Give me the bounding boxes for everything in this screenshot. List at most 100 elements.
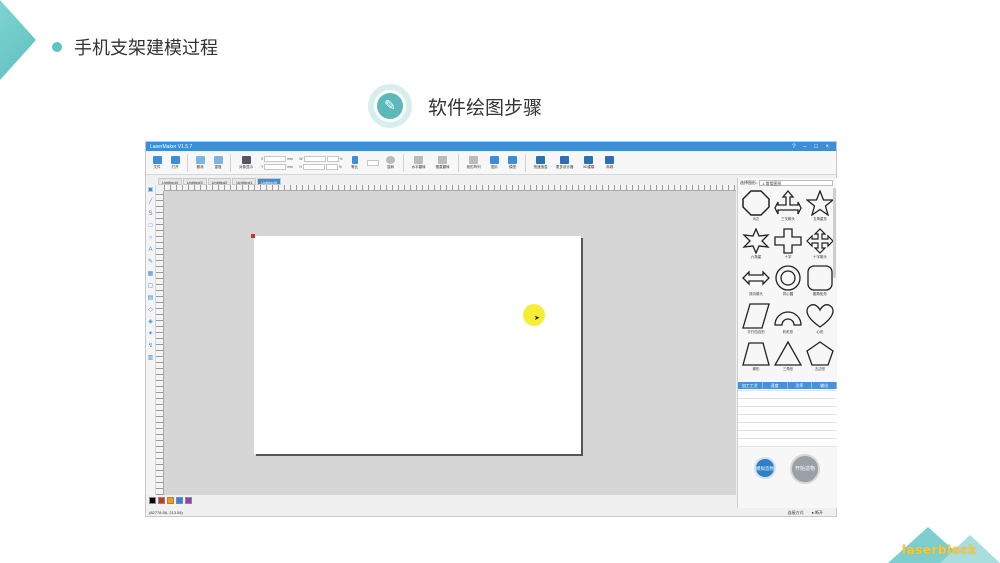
flip-horizontal-button[interactable]: 水平翻转: [408, 152, 430, 174]
paint-tool-icon[interactable]: ◈: [147, 319, 154, 326]
array-tool-icon[interactable]: ▦: [147, 271, 154, 278]
more-designer-button[interactable]: 更多设计器: [554, 152, 576, 174]
select-tool-icon[interactable]: ▣: [147, 187, 154, 194]
step-icon: ✎: [368, 84, 412, 128]
model-button[interactable]: 模型: [505, 152, 521, 174]
box-icon: [536, 155, 546, 164]
lasermaker-window: LaserMaker V1.5.7 ? – □ × 文件 打开 撤消 重做 对象…: [145, 141, 837, 517]
image-button[interactable]: 图片: [487, 152, 503, 174]
open-button[interactable]: 打开: [167, 152, 183, 174]
shape-category-select[interactable]: 1.常用图形: [759, 180, 834, 186]
shape-grid: 8边 三叉箭头 五角星形 六角星 十字 十字箭头 双向箭头 同心圆 圆角矩形 平…: [738, 188, 837, 378]
left-toolbox: ▣ ╱ S □ ○ A ✎ ▦ ▢ ▤ ◇ ◈ ✦ ↯ ▥: [146, 185, 156, 495]
swatch-orange[interactable]: [167, 497, 174, 504]
trapezoid-icon: [742, 342, 770, 367]
shape-category-row: 选择图形: 1.常用图形: [738, 178, 837, 188]
tab-untitled4[interactable]: Untitled4: [158, 178, 182, 185]
shape-parallelogram[interactable]: 平行四边形: [741, 303, 771, 339]
hexagram-icon: [742, 227, 770, 254]
logo-text: laserblock: [902, 543, 977, 557]
measure-tool-icon[interactable]: ▤: [147, 295, 154, 302]
width-field[interactable]: [303, 155, 326, 162]
pen-tool-icon[interactable]: ✎: [147, 259, 154, 266]
shape-rounded-rect[interactable]: 圆角矩形: [805, 265, 835, 301]
shape-octagon[interactable]: 8边: [741, 190, 771, 226]
shape-library-panel: 选择图形: 1.常用图形 8边 三叉箭头 五角星形 六角星 十字 十字箭头 双向…: [737, 178, 837, 508]
proportional-lock-button[interactable]: 等比: [347, 152, 363, 174]
undo-icon: [195, 155, 205, 164]
magic-tool-icon[interactable]: ✦: [147, 331, 154, 338]
window-controls[interactable]: ? – □ ×: [792, 144, 832, 150]
shape-scrollbar[interactable]: [833, 188, 836, 278]
shape-heart[interactable]: 心形: [805, 303, 835, 339]
swatch-black[interactable]: [149, 497, 156, 504]
slide-title-text: 手机支架建模过程: [74, 38, 218, 59]
rotate-angle-field[interactable]: [366, 159, 379, 166]
swatch-red[interactable]: [158, 497, 165, 504]
connection-state: ● 断开: [811, 509, 823, 515]
tab-untitled5[interactable]: Untitled5: [257, 178, 281, 185]
swatch-purple[interactable]: [185, 497, 192, 504]
text-tool-icon[interactable]: A: [147, 247, 154, 254]
tab-untitled1[interactable]: Untitled1: [232, 178, 257, 185]
drawing-canvas[interactable]: ➤: [164, 191, 736, 495]
connection-label: 连接方式: [787, 509, 804, 515]
shape-three-arrow[interactable]: 三叉箭头: [773, 190, 803, 226]
work-area-paper[interactable]: [254, 236, 581, 454]
shape-cross-arrow[interactable]: 十字箭头: [805, 227, 835, 264]
height-field[interactable]: [302, 163, 325, 170]
designer-icon: [560, 155, 570, 164]
frame-tool-icon[interactable]: ▢: [147, 283, 154, 290]
eraser-tool-icon[interactable]: ◇: [147, 307, 154, 314]
y-field[interactable]: [264, 163, 287, 170]
color-palette: [149, 497, 192, 504]
open-icon: [170, 155, 180, 164]
process-table-body[interactable]: [738, 389, 837, 447]
tab-untitled3[interactable]: Untitled3: [182, 178, 207, 185]
settings-tool-icon[interactable]: ↯: [147, 343, 154, 350]
quick-box-button[interactable]: 快速造盒: [530, 152, 552, 174]
x-field[interactable]: [264, 155, 287, 162]
shape-pentagon[interactable]: 五边形: [805, 340, 835, 376]
library-tool-icon[interactable]: ▥: [147, 355, 154, 362]
shape-concentric[interactable]: 同心圆: [773, 265, 803, 301]
shape-double-arrow[interactable]: 双向箭头: [741, 265, 771, 301]
line-tool-icon[interactable]: ╱: [147, 199, 154, 206]
rotate-button[interactable]: 旋转: [383, 152, 399, 174]
laserblock-logo: laserblock: [888, 526, 1000, 563]
flip-vertical-button[interactable]: 垂直翻转: [432, 152, 454, 174]
3d-icon: [584, 155, 594, 164]
grid-icon: [241, 155, 251, 164]
redo-button[interactable]: 重做: [210, 152, 226, 174]
3d-modeling-button[interactable]: 3D建模: [578, 152, 600, 174]
rectangle-tool-icon[interactable]: □: [147, 223, 154, 230]
shape-cross[interactable]: 十字: [773, 227, 803, 264]
rainbow-icon: [774, 311, 802, 326]
ellipse-tool-icon[interactable]: ○: [147, 235, 154, 242]
file-button[interactable]: 文件: [149, 152, 165, 174]
curve-tool-icon[interactable]: S: [147, 211, 154, 218]
swatch-blue[interactable]: [176, 497, 183, 504]
shape-five-star[interactable]: 五角星形: [805, 190, 835, 226]
concentric-circle-icon: [775, 265, 801, 291]
parallelogram-icon: [742, 303, 770, 329]
tab-untitled2[interactable]: Untitled2: [207, 178, 232, 185]
store-button[interactable]: 商城: [602, 152, 618, 174]
array-button[interactable]: 矩形阵列: [463, 152, 485, 174]
object-display-button[interactable]: 对象显示: [235, 152, 257, 174]
flip-h-icon: [414, 155, 424, 164]
shape-hexagram[interactable]: 六角星: [741, 227, 771, 264]
undo-button[interactable]: 撤消: [192, 152, 208, 174]
cross-arrow-icon: [806, 227, 834, 254]
shape-rainbow[interactable]: 彩虹形: [773, 303, 803, 339]
image-icon: [490, 155, 500, 164]
start-button[interactable]: 开始造物: [790, 454, 820, 484]
height-scale-field[interactable]: [325, 163, 338, 170]
shape-triangle[interactable]: 三角形: [773, 340, 803, 376]
width-scale-field[interactable]: [326, 155, 339, 162]
shape-trapezoid[interactable]: 梯形: [741, 340, 771, 376]
star-icon: [806, 190, 834, 216]
rounded-rect-icon: [807, 265, 833, 291]
simulate-button[interactable]: 模拟造物: [754, 457, 776, 479]
flip-v-icon: [438, 155, 448, 164]
